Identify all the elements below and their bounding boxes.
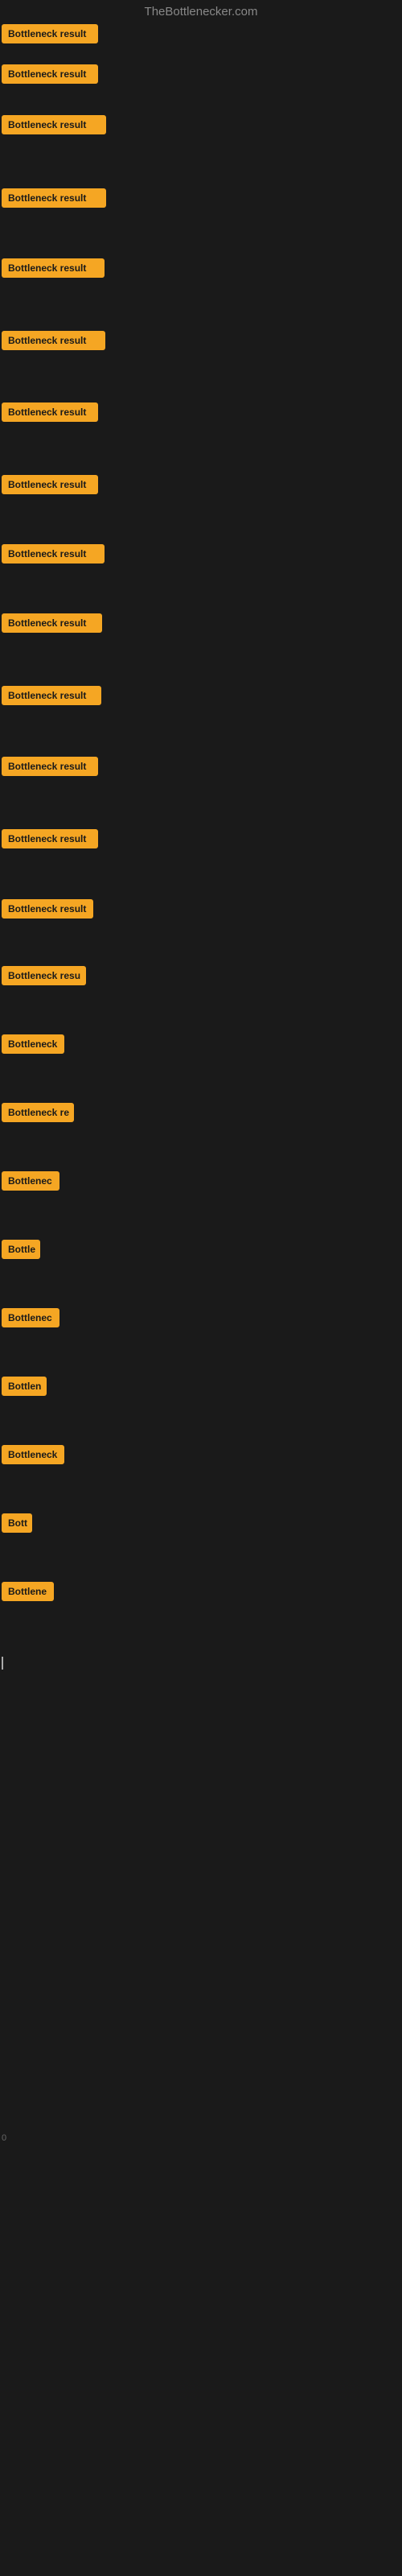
page-wrapper: TheBottlenecker.com Bottleneck result Bot… — [0, 0, 402, 2576]
bottleneck-badge-1[interactable]: Bottleneck result — [2, 24, 98, 43]
bottleneck-badge-4[interactable]: Bottleneck result — [2, 188, 106, 208]
bottleneck-badge-23[interactable]: Bott — [2, 1513, 32, 1533]
bottleneck-badge-6[interactable]: Bottleneck result — [2, 331, 105, 350]
bottleneck-badge-11[interactable]: Bottleneck result — [2, 686, 101, 705]
bottleneck-badge-20[interactable]: Bottlenec — [2, 1308, 59, 1327]
bottleneck-badge-7[interactable]: Bottleneck result — [2, 402, 98, 422]
bottleneck-badge-10[interactable]: Bottleneck result — [2, 613, 102, 633]
bottleneck-badge-24[interactable]: Bottlene — [2, 1582, 54, 1601]
bottleneck-badge-14[interactable]: Bottleneck result — [2, 899, 93, 919]
bottleneck-badge-17[interactable]: Bottleneck re — [2, 1103, 74, 1122]
bottleneck-badge-3[interactable]: Bottleneck result — [2, 115, 106, 134]
bottleneck-badge-16[interactable]: Bottleneck — [2, 1034, 64, 1054]
bottleneck-badge-15[interactable]: Bottleneck resu — [2, 966, 86, 985]
site-header: TheBottlenecker.com — [0, 0, 402, 27]
bottleneck-badge-18[interactable]: Bottlenec — [2, 1171, 59, 1191]
bottleneck-badge-22[interactable]: Bottleneck — [2, 1445, 64, 1464]
small-char: 0 — [2, 2133, 6, 2143]
site-title: TheBottlenecker.com — [145, 5, 258, 19]
bottleneck-badge-21[interactable]: Bottlen — [2, 1377, 47, 1396]
bottleneck-badge-2[interactable]: Bottleneck result — [2, 64, 98, 84]
bottleneck-badge-5[interactable]: Bottleneck result — [2, 258, 105, 278]
bottleneck-badge-12[interactable]: Bottleneck result — [2, 757, 98, 776]
bottleneck-badge-9[interactable]: Bottleneck result — [2, 544, 105, 564]
bottleneck-badge-13[interactable]: Bottleneck result — [2, 829, 98, 848]
bottleneck-badge-19[interactable]: Bottle — [2, 1240, 40, 1259]
bottleneck-badge-8[interactable]: Bottleneck result — [2, 475, 98, 494]
text-cursor — [2, 1657, 3, 1670]
